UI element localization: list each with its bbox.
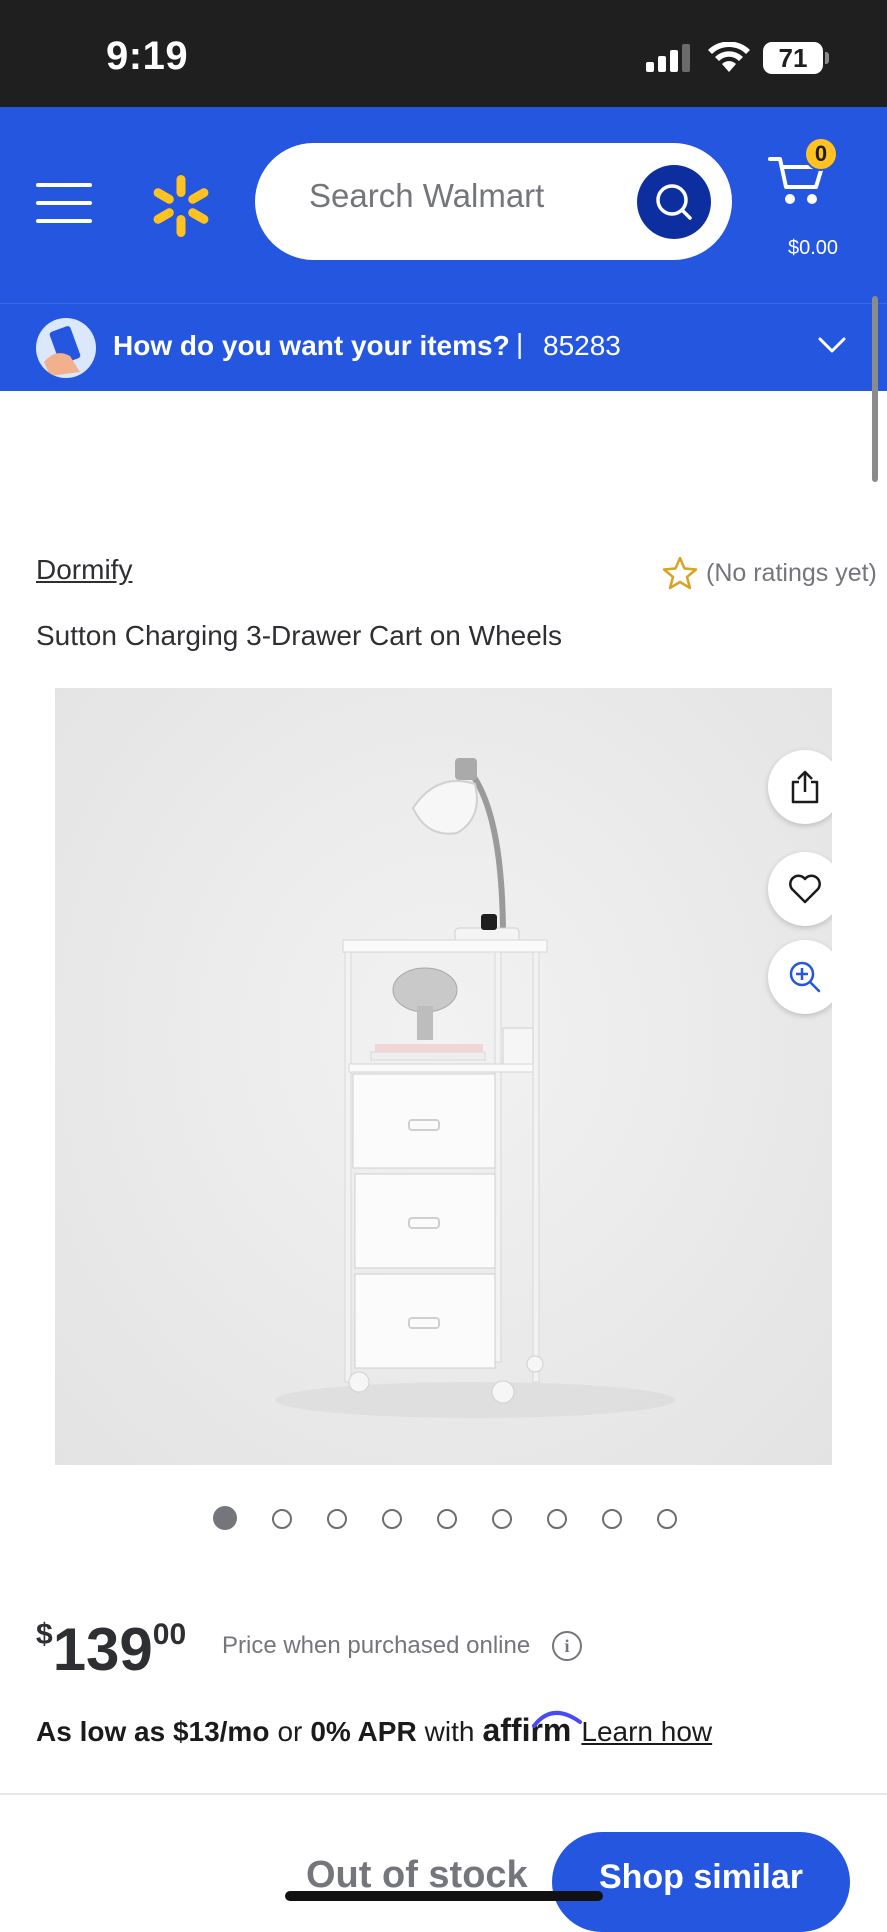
wifi-icon — [708, 42, 750, 72]
carousel-dot[interactable] — [657, 1509, 677, 1529]
chevron-down-icon — [818, 337, 846, 353]
info-symbol: i — [564, 1635, 570, 1656]
brand-link[interactable]: Dormify — [36, 554, 132, 586]
cart-total: $0.00 — [787, 237, 839, 259]
fulfillment-selector[interactable]: How do you want your items? | 85283 — [0, 303, 887, 391]
fulfillment-separator: | — [516, 328, 524, 359]
product-title: Sutton Charging 3-Drawer Cart on Wheels — [36, 620, 563, 651]
zoom-button[interactable] — [768, 940, 832, 1014]
price-currency: $ — [36, 1618, 53, 1651]
rating[interactable]: (No ratings yet) — [662, 556, 877, 590]
shop-similar-button[interactable]: Shop similar — [552, 1832, 850, 1932]
search-icon — [656, 184, 692, 220]
battery-nub — [825, 52, 829, 64]
financing-apr: 0% APR — [310, 1716, 417, 1747]
price-dollars: 139 — [52, 1616, 153, 1683]
cart-count-badge: 0 — [804, 137, 838, 171]
carousel-dot[interactable] — [272, 1509, 292, 1529]
price-note: Price when purchased online — [222, 1632, 531, 1659]
star-icon — [662, 556, 698, 590]
search-bar[interactable] — [255, 143, 732, 260]
favorite-button[interactable] — [768, 852, 832, 926]
status-bar: 9:19 71 — [0, 0, 887, 107]
status-time: 9:19 — [106, 34, 189, 78]
scrollbar[interactable] — [872, 296, 878, 482]
share-icon — [791, 770, 819, 804]
battery-level: 71 — [778, 42, 808, 73]
walmart-spark-logo[interactable] — [148, 173, 214, 239]
share-button[interactable] — [768, 750, 832, 824]
carousel-dot[interactable] — [213, 1506, 237, 1530]
carousel-dot[interactable] — [547, 1509, 567, 1529]
home-indicator[interactable] — [285, 1891, 603, 1901]
carousel-dot[interactable] — [602, 1509, 622, 1529]
affirm-logo: affirm — [482, 1711, 583, 1749]
zoom-in-icon — [789, 961, 821, 993]
menu-icon[interactable] — [36, 183, 92, 223]
search-input[interactable] — [309, 177, 629, 215]
divider — [0, 1793, 887, 1795]
financing-or: or — [277, 1716, 303, 1747]
fulfillment-illustration-icon — [36, 318, 96, 378]
financing-monthly: As low as $13/mo — [36, 1716, 270, 1747]
rating-text: (No ratings yet) — [706, 558, 877, 587]
fulfillment-question: How do you want your items? — [113, 330, 510, 361]
price: $ 139 00 — [36, 1612, 186, 1680]
learn-how-link[interactable]: Learn how — [581, 1716, 712, 1748]
product-photo — [275, 758, 675, 1418]
financing-with: with — [424, 1716, 475, 1747]
fulfillment-zip: 85283 — [543, 330, 621, 361]
carousel-dot[interactable] — [492, 1509, 512, 1529]
financing-row: As low as $13/mo or 0% APR with affirm L… — [36, 1711, 712, 1749]
image-carousel-dots — [213, 1506, 712, 1530]
info-icon[interactable]: i — [552, 1631, 582, 1661]
heart-icon — [789, 874, 821, 904]
carousel-dot[interactable] — [382, 1509, 402, 1529]
cart-button[interactable]: 0 $0.00 — [760, 135, 870, 259]
search-button[interactable] — [637, 165, 711, 239]
price-cents: 00 — [152, 1618, 187, 1651]
battery-icon: 71 — [763, 42, 823, 74]
carousel-dot[interactable] — [437, 1509, 457, 1529]
signal-icon — [646, 44, 690, 72]
header: 0 $0.00 — [0, 107, 887, 303]
carousel-dot[interactable] — [327, 1509, 347, 1529]
product-image[interactable] — [55, 688, 832, 1465]
